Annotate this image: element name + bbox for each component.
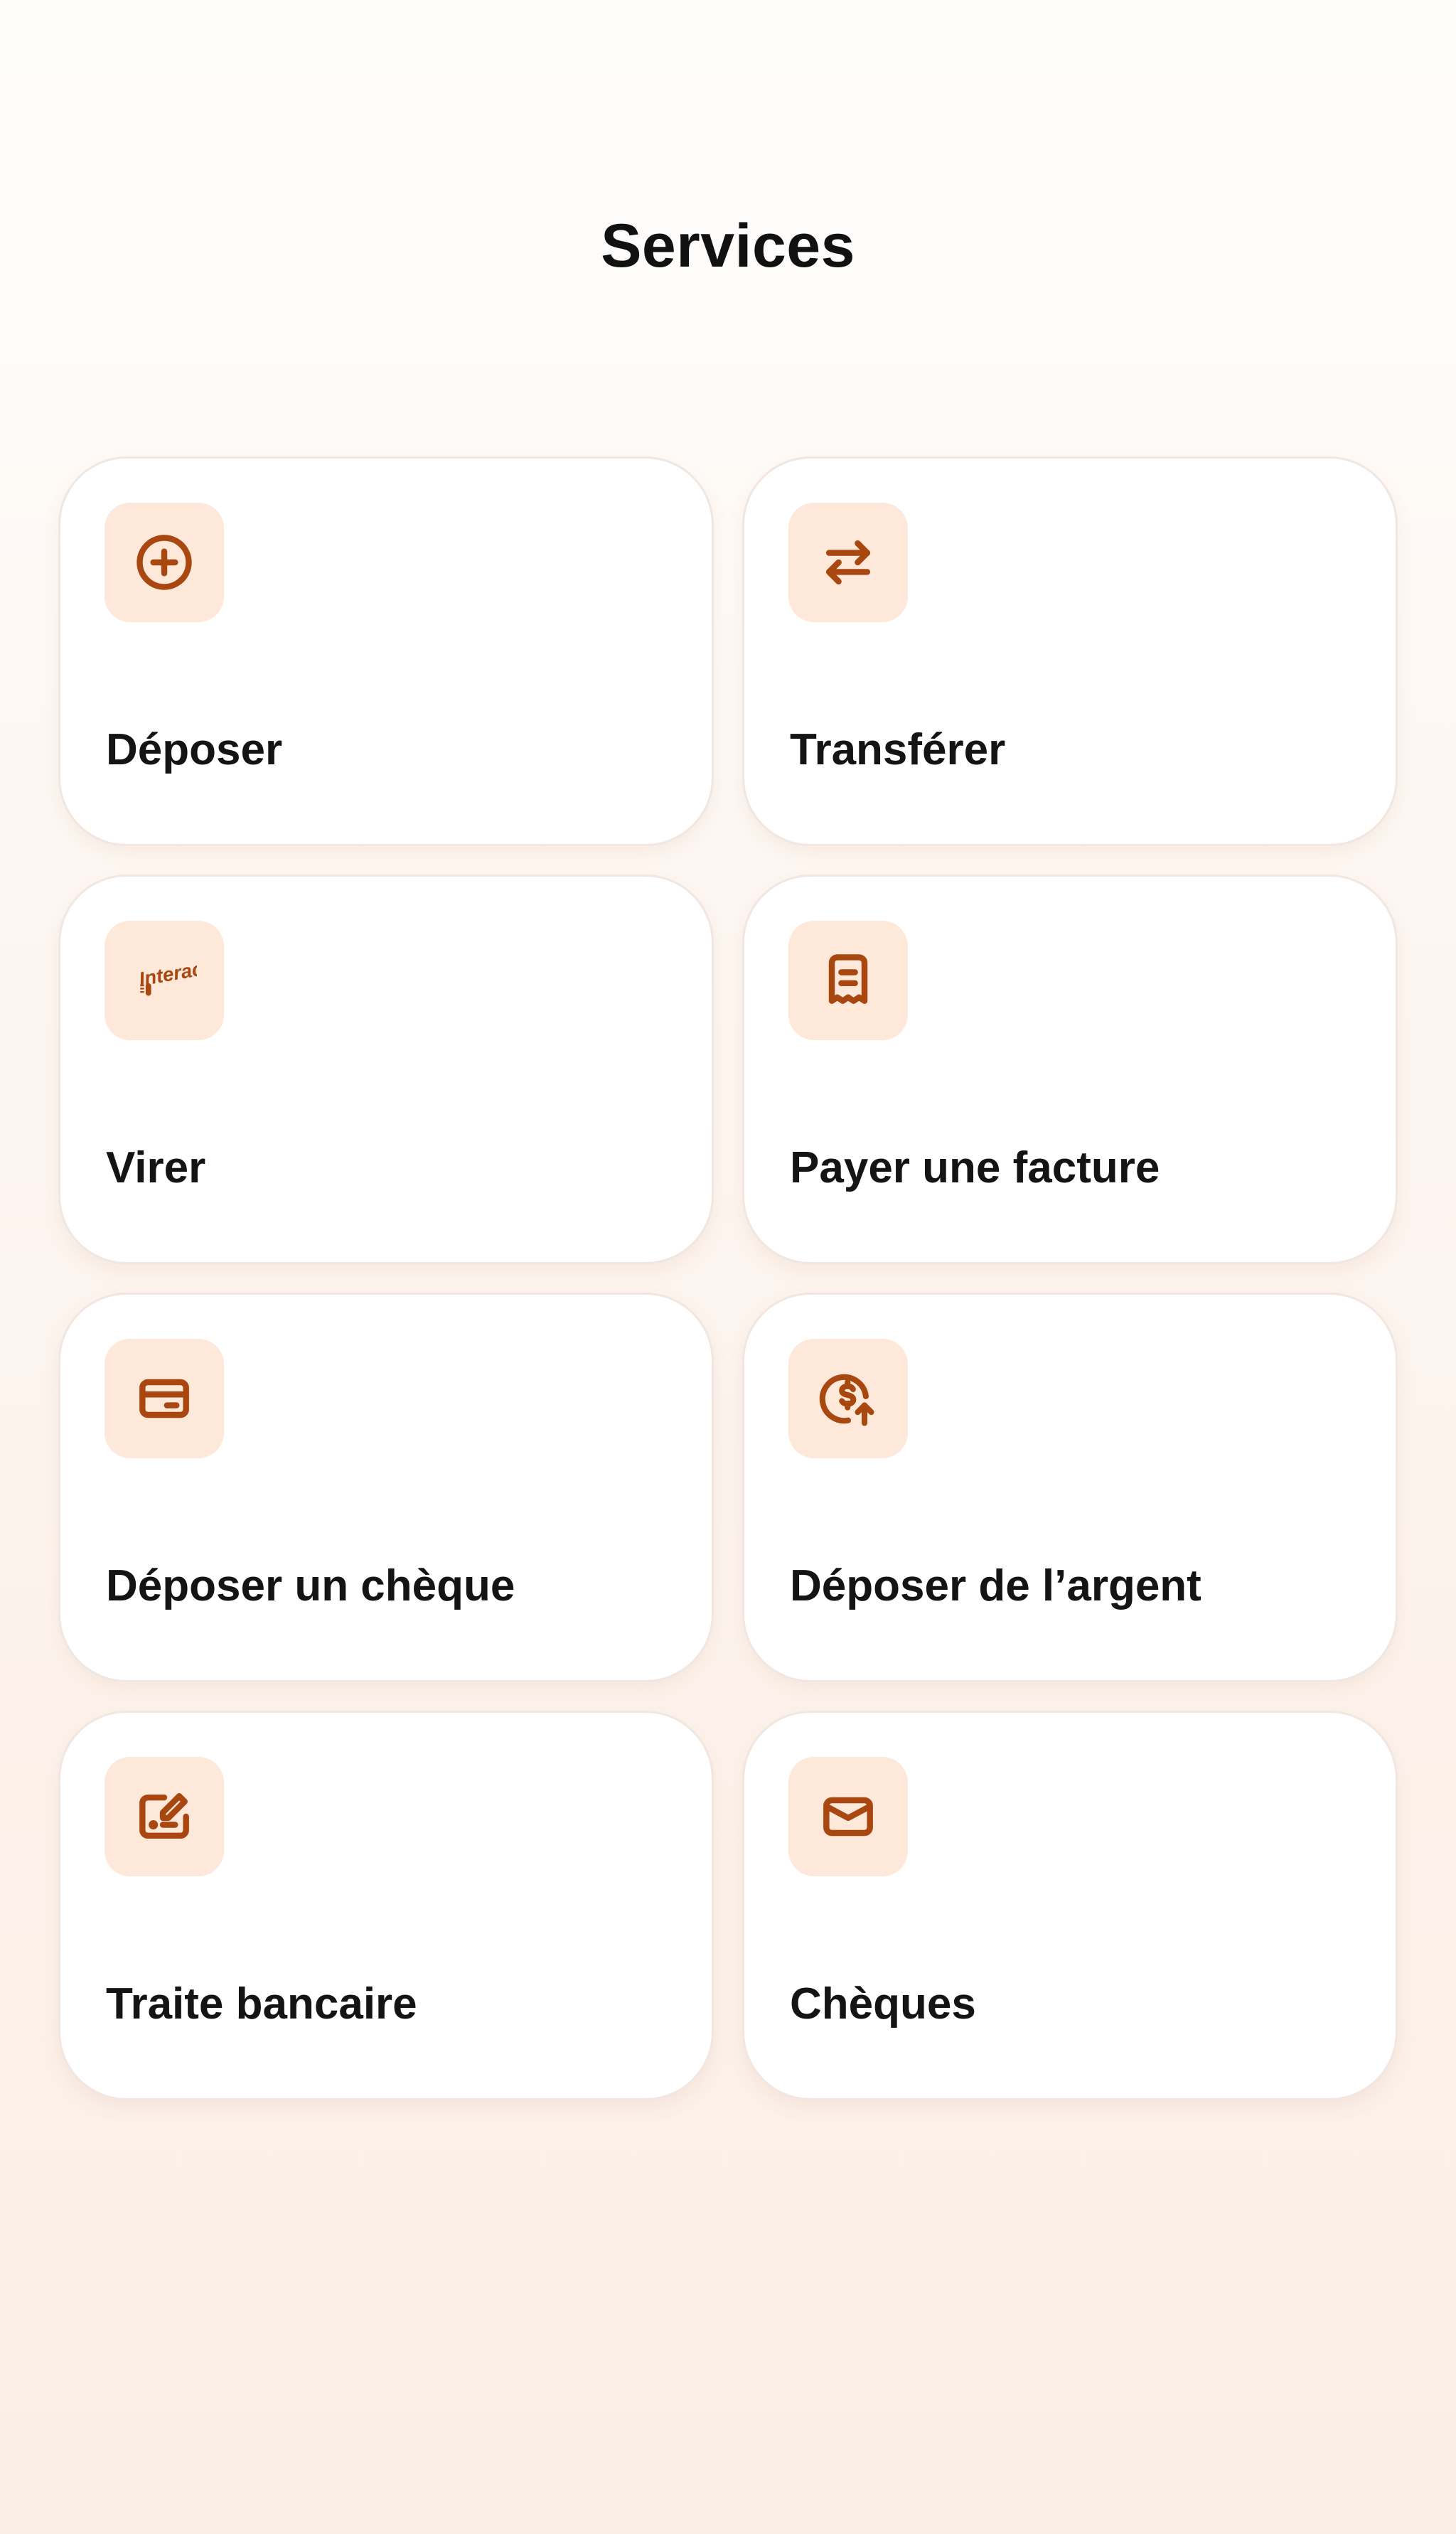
service-label: Déposer (106, 725, 283, 774)
bank-draft-icon (105, 1757, 224, 1876)
service-card-deposer-cheque[interactable]: Déposer un chèque (58, 1293, 714, 1682)
cheque-icon (105, 1339, 224, 1458)
service-card-cheques[interactable]: Chèques (742, 1711, 1398, 2100)
service-card-virer[interactable]: Interac Virer (58, 875, 714, 1264)
dollar-upload-icon (788, 1339, 908, 1458)
service-label: Traite bancaire (106, 1979, 417, 2028)
service-card-deposer-argent[interactable]: Déposer de l’argent (742, 1293, 1398, 1682)
service-label: Chèques (790, 1979, 976, 2028)
service-card-payer-facture[interactable]: Payer une facture (742, 875, 1398, 1264)
service-label: Virer (106, 1143, 206, 1192)
transfer-arrows-icon (788, 503, 908, 622)
service-card-transferer[interactable]: Transférer (742, 456, 1398, 846)
envelope-icon (788, 1757, 908, 1876)
plus-circle-icon (105, 503, 224, 622)
service-label: Déposer de l’argent (790, 1561, 1201, 1610)
interac-icon: Interac (105, 921, 224, 1040)
service-label: Déposer un chèque (106, 1561, 515, 1610)
service-label: Payer une facture (790, 1143, 1160, 1192)
service-label: Transférer (790, 725, 1006, 774)
receipt-icon (788, 921, 908, 1040)
services-grid: Déposer Transférer Interac Virer Payer u… (58, 456, 1398, 2100)
page-title: Services (601, 211, 855, 280)
service-card-deposer[interactable]: Déposer (58, 456, 714, 846)
service-card-traite-bancaire[interactable]: Traite bancaire (58, 1711, 714, 2100)
